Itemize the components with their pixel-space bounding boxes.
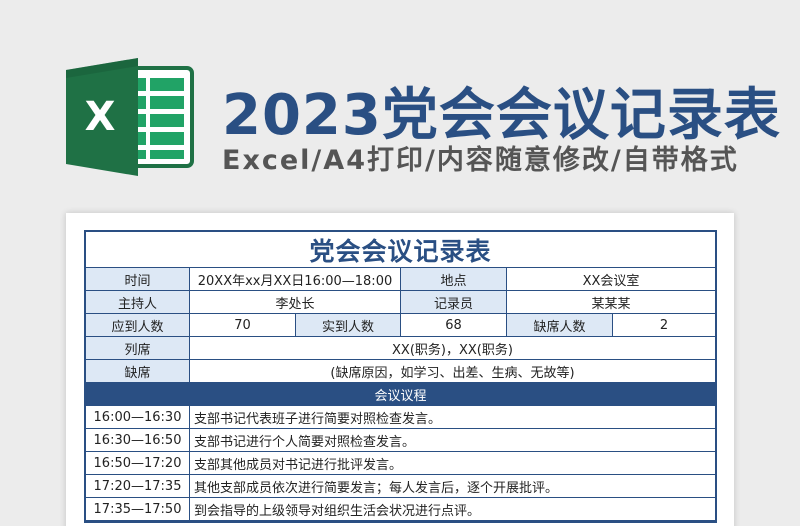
agenda-time: 16:00—16:30 (86, 406, 190, 428)
agenda-time: 16:30—16:50 (86, 429, 190, 451)
agenda-time: 17:20—17:35 (86, 475, 190, 497)
place-label: 地点 (401, 268, 507, 290)
agenda-time: 17:35—17:50 (86, 498, 190, 520)
agenda-time: 16:50—17:20 (86, 452, 190, 474)
agenda-row: 17:20—17:35 其他支部成员依次进行简要发言；每人发言后，逐个开展批评。 (86, 475, 715, 498)
banner-subtitle: Excel/A4打印/内容随意修改/自带格式 (222, 145, 739, 176)
sheet-preview: 党会会议记录表 时间 20XX年xx月XX日16:00—18:00 地点 XX会… (66, 213, 734, 526)
actual-count-value: 68 (401, 314, 507, 336)
table-row: 时间 20XX年xx月XX日16:00—18:00 地点 XX会议室 (86, 268, 715, 291)
table-row: 主持人 李处长 记录员 某某某 (86, 291, 715, 314)
agenda-desc: 其他支部成员依次进行简要发言；每人发言后，逐个开展批评。 (194, 480, 559, 496)
attendees-label: 列席 (86, 337, 190, 359)
agenda-section-header: 会议议程 (86, 383, 715, 406)
agenda-row: 17:35—17:50 到会指导的上级领导对组织生活会状况进行点评。 (86, 498, 715, 521)
agenda-desc: 支部书记进行个人简要对照检查发言。 (194, 434, 416, 450)
place-value: XX会议室 (582, 273, 640, 289)
agenda-row: 16:50—17:20 支部其他成员对书记进行批评发言。 (86, 452, 715, 475)
excel-logo-icon: X (66, 58, 194, 176)
table-row: 列席 XX(职务)，XX(职务) (86, 337, 715, 360)
absent-count-label: 缺席人数 (507, 314, 613, 336)
absent-count-value: 2 (659, 317, 669, 333)
time-label: 时间 (86, 268, 190, 290)
recorder-label: 记录员 (401, 291, 507, 313)
absent-label: 缺席 (86, 360, 190, 382)
meeting-record-table: 党会会议记录表 时间 20XX年xx月XX日16:00—18:00 地点 XX会… (84, 230, 717, 523)
recorder-value: 某某某 (591, 296, 631, 312)
agenda-desc: 支部书记代表班子进行简要对照检查发言。 (194, 411, 442, 427)
table-row: 应到人数 70 实到人数 68 缺席人数 2 (86, 314, 715, 337)
table-row: 缺席 (缺席原因，如学习、出差、生病、无故等) (86, 360, 715, 383)
agenda-desc: 支部其他成员对书记进行批评发言。 (194, 457, 403, 473)
agenda-desc: 到会指导的上级领导对组织生活会状况进行点评。 (194, 503, 481, 519)
attendees-value: XX(职务)，XX(职务) (392, 342, 513, 358)
agenda-row: 16:00—16:30 支部书记代表班子进行简要对照检查发言。 (86, 406, 715, 429)
actual-count-label: 实到人数 (296, 314, 401, 336)
logo-letter: X (85, 94, 116, 140)
time-value: 20XX年xx月XX日16:00—18:00 (190, 268, 401, 290)
expected-count-value: 70 (190, 314, 296, 336)
absent-value: (缺席原因，如学习、出差、生病、无故等) (330, 365, 575, 381)
host-label: 主持人 (86, 291, 190, 313)
agenda-row: 16:30—16:50 支部书记进行个人简要对照检查发言。 (86, 429, 715, 452)
expected-count-label: 应到人数 (86, 314, 190, 336)
form-title: 党会会议记录表 (86, 232, 715, 268)
host-value: 李处长 (190, 291, 401, 313)
